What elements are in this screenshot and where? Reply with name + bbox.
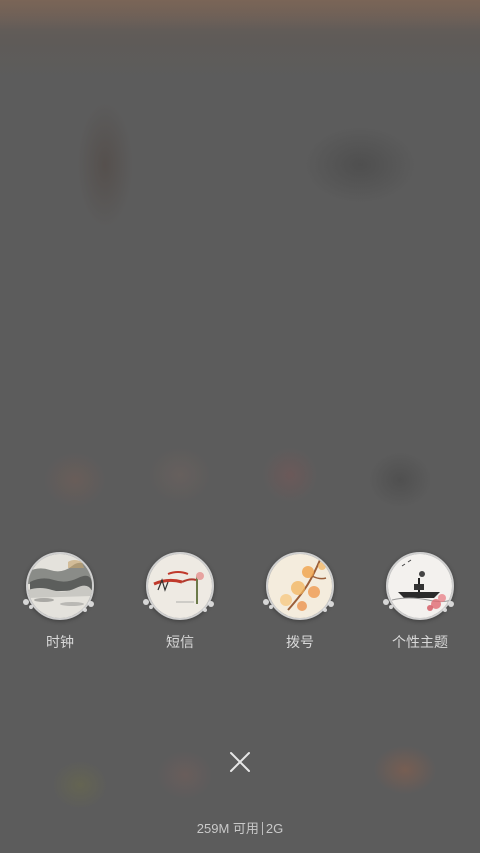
dock-app-messages[interactable]: 短信: [135, 552, 225, 652]
dock-app-label: 拨号: [286, 635, 314, 651]
dock-app-label: 个性主题: [392, 635, 448, 651]
dock-app-label: 短信: [166, 635, 194, 651]
available-memory-text: 259M 可用: [196, 821, 259, 836]
themes-app-icon[interactable]: [383, 552, 454, 620]
divider: [261, 822, 263, 835]
messages-app-icon[interactable]: [143, 552, 214, 620]
network-type-text: 2G: [265, 821, 284, 836]
memory-status: 259M 可用 2G: [0, 818, 480, 837]
dock-app-phone[interactable]: 拨号: [255, 552, 345, 652]
status-bar: [0, 0, 480, 30]
dock-app-clock[interactable]: 时钟: [15, 552, 105, 652]
blurred-home-screen-background: [0, 0, 480, 853]
app-dock: 时钟 短信 拨号 个性主题: [0, 552, 480, 662]
close-icon: [230, 752, 250, 772]
dock-app-themes[interactable]: 个性主题: [375, 552, 465, 652]
clock-app-icon[interactable]: [23, 552, 94, 620]
phone-app-icon[interactable]: [263, 552, 334, 620]
close-button[interactable]: [226, 748, 254, 776]
dock-app-label: 时钟: [46, 635, 74, 651]
